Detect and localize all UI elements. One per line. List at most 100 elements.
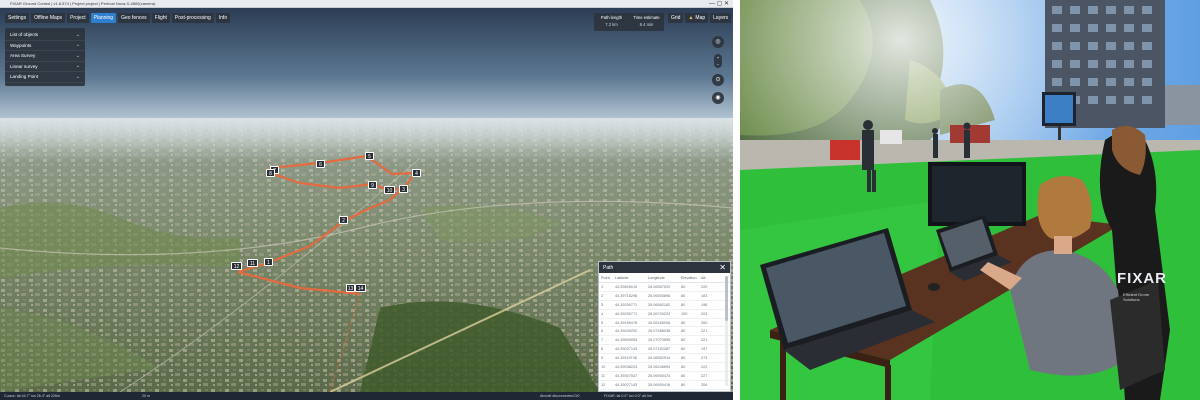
menu-geo-fences[interactable]: Geo fences xyxy=(118,13,150,23)
table-cell: 44.39259771 xyxy=(615,302,638,307)
table-cell: 80 xyxy=(681,329,686,334)
waypoint-marker[interactable]: 10 xyxy=(384,186,395,194)
chevron-down-icon: ⌄ xyxy=(75,73,80,80)
objects-list-item[interactable]: Area Survey ⌄ xyxy=(5,51,85,62)
zoom-in-icon[interactable]: + xyxy=(717,55,719,60)
table-cell: 26.07152287 xyxy=(648,347,671,352)
menu-planning[interactable]: Planning xyxy=(90,13,117,23)
objects-list-label: Landing Point xyxy=(10,74,39,80)
menu-post-processing[interactable]: Post-processing xyxy=(171,13,214,23)
layers-button[interactable]: Layers xyxy=(710,13,732,23)
table-cell: 8 xyxy=(601,347,604,352)
table-row[interactable]: 4 44.39259771 26.06700224 100 203 xyxy=(599,310,730,319)
column-header: Elevation xyxy=(681,275,697,280)
objects-list-item[interactable]: Waypoints ⌄ xyxy=(5,41,85,51)
table-cell: 44.39038223 xyxy=(615,364,638,369)
zoom-control[interactable]: + − xyxy=(714,54,722,68)
time-estimate-value: 8.4 min xyxy=(639,22,654,27)
table-row[interactable]: 8 44.39027143 26.07152287 80 197 xyxy=(599,345,730,355)
objects-list-item[interactable]: List of objects ⌄ xyxy=(5,30,85,41)
table-row[interactable]: 1 44.39826010 26.06957529 80 220 xyxy=(599,283,730,292)
path-table-header: Path ✕ xyxy=(599,262,730,273)
table-cell: 44.39307547 xyxy=(615,373,638,378)
table-cell: 26.06246694 xyxy=(648,364,671,369)
objects-panel: List of objects ⌄ Waypoints ⌄ Area Survey ⌄… xyxy=(5,28,85,86)
waypoint-marker[interactable]: 13 xyxy=(346,284,355,292)
table-cell: 4 xyxy=(601,311,604,316)
table-cell: 26.06593898 xyxy=(648,293,671,298)
objects-list-item[interactable]: Linear survey ⌄ xyxy=(5,62,85,72)
table-header-row: Point Latitude Longitude Elevation Alt. xyxy=(599,273,730,283)
chevron-down-icon: ⌄ xyxy=(75,31,80,38)
waypoint-marker[interactable]: 5 xyxy=(365,152,374,160)
chevron-down-icon: ⌄ xyxy=(75,42,80,49)
table-row[interactable]: 5 44.39189478 26.05166008 80 260 xyxy=(599,319,730,328)
ground-control-window: FIXAR Ground Control | v1.6.574 | Projec… xyxy=(0,0,733,400)
map-button-label: Map xyxy=(695,15,706,21)
table-cell: 44.39119748 xyxy=(615,356,637,361)
menu-settings[interactable]: Settings xyxy=(5,13,30,23)
table-cell: 6 xyxy=(601,329,604,334)
table-cell: 80 xyxy=(681,293,686,298)
table-cell: 2 xyxy=(601,293,604,298)
table-cell: 26.06700224 xyxy=(648,311,671,316)
waypoint-marker[interactable]: 2 xyxy=(339,216,348,224)
grid-button[interactable]: Grid xyxy=(668,13,684,23)
column-header: Latitude xyxy=(615,275,629,280)
column-header: Longitude xyxy=(648,275,665,280)
waypoint-marker[interactable]: 9 xyxy=(368,181,377,189)
table-cell: 203 xyxy=(701,311,708,316)
path-table-title: Path xyxy=(603,264,614,271)
cursor-coordinates: Cursor: lat 44.7° lon 26.4° alt 226m xyxy=(4,394,61,398)
waypoint-marker[interactable]: 4 xyxy=(412,169,421,177)
table-cell: 227 xyxy=(701,373,708,378)
table-row[interactable]: 9 44.39119748 26.06552914 80 273 xyxy=(599,354,730,364)
waypoint-marker[interactable]: 8 xyxy=(266,169,275,177)
compass-icon[interactable]: ◎ xyxy=(712,36,724,48)
waypoint-marker[interactable]: 3 xyxy=(399,185,408,193)
table-cell: 26.05166008 xyxy=(648,320,671,325)
view-tools: ◎ + − ⊙ ◉ xyxy=(711,36,725,104)
table-scrollbar[interactable] xyxy=(725,276,728,386)
table-cell: 221 xyxy=(701,338,708,343)
camera-icon[interactable]: ◉ xyxy=(712,92,724,104)
waypoint-marker[interactable]: 14 xyxy=(355,284,366,292)
chevron-down-icon: ⌄ xyxy=(75,63,80,70)
table-row[interactable]: 2 44.39718298 26.06593898 80 183 xyxy=(599,292,730,301)
waypoint-marker[interactable]: 12 xyxy=(231,262,242,270)
table-cell: 12 xyxy=(601,382,606,387)
table-cell: 26.06552914 xyxy=(648,356,671,361)
table-cell: 7 xyxy=(601,338,604,343)
close-icon[interactable]: ✕ xyxy=(719,262,726,273)
table-row[interactable]: 12 44.39027143 26.06950416 80 206 xyxy=(599,381,730,390)
table-row[interactable]: 11 44.39307547 26.06955474 80 227 xyxy=(599,372,730,381)
objects-list-item[interactable]: Landing Point ⌄ xyxy=(5,72,85,83)
waypoint-marker[interactable]: 6 xyxy=(316,160,325,168)
table-cell: 44.39439292 xyxy=(615,329,638,334)
table-cell: 44.39027143 xyxy=(615,382,638,387)
menu-info[interactable]: Info xyxy=(215,13,231,23)
waypoint-marker[interactable]: 11 xyxy=(247,259,258,267)
menu-offline-maps[interactable]: Offline Maps xyxy=(31,13,66,23)
table-cell: 80 xyxy=(681,320,686,325)
table-row[interactable]: 3 44.39259771 26.06562182 80 196 xyxy=(599,301,730,310)
map-icon: ▲ xyxy=(688,15,694,21)
recenter-icon[interactable]: ⊙ xyxy=(712,74,724,86)
waypoint-marker[interactable]: 1 xyxy=(264,258,273,266)
objects-list-label: Area Survey xyxy=(10,53,36,59)
table-row[interactable]: 6 44.39439292 26.07488038 80 221 xyxy=(599,327,730,337)
zoom-out-icon[interactable]: − xyxy=(717,62,719,67)
event-photo: FIXAR Efficient Drone Solutions xyxy=(740,0,1200,400)
table-row[interactable]: 7 44.39509053 26.07079595 80 221 xyxy=(599,336,730,346)
window-controls[interactable]: — ▢ ✕ xyxy=(709,0,729,8)
menu-flight[interactable]: Flight xyxy=(151,13,170,23)
table-row[interactable]: 10 44.39038223 26.06246694 80 222 xyxy=(599,363,730,372)
shirt-brand-text: FIXAR xyxy=(1117,270,1167,287)
shirt-tagline: Efficient Drone Solutions xyxy=(1123,292,1150,302)
objects-list-label: Waypoints xyxy=(10,42,32,48)
table-cell: 183 xyxy=(701,293,708,298)
table-cell: 44.39826010 xyxy=(615,284,638,289)
map-button[interactable]: ▲ Map xyxy=(685,13,709,23)
table-cell: 44.39027143 xyxy=(615,347,638,352)
menu-project[interactable]: Project xyxy=(67,13,89,23)
